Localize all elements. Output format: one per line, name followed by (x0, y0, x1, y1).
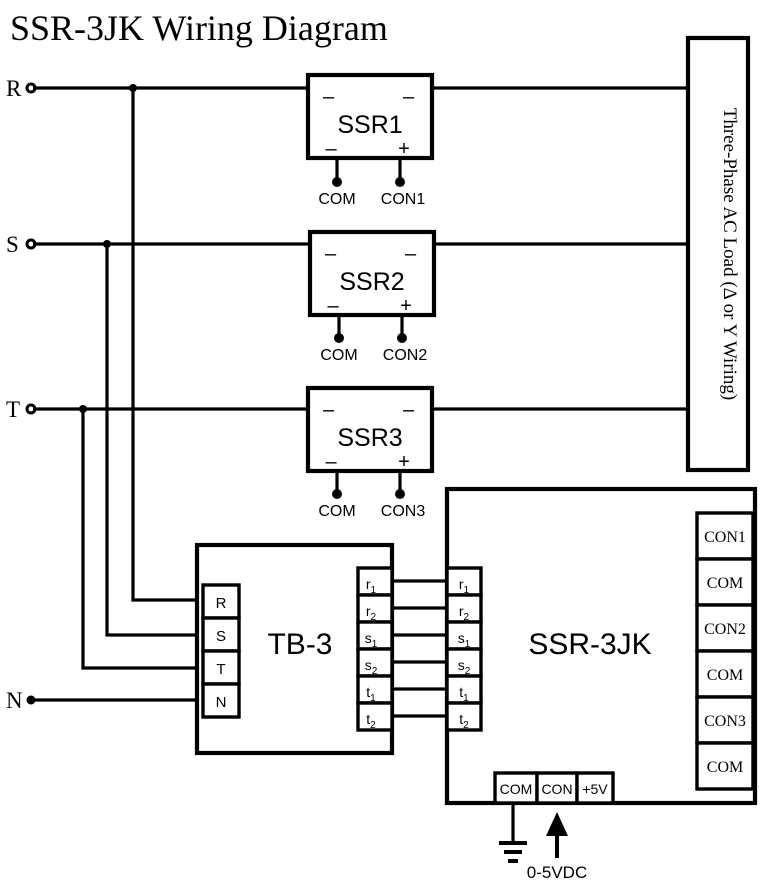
ssr3jk-out-label-com2: COM (707, 667, 743, 684)
ssr3-sign-top-left: – (323, 399, 335, 421)
phase-label-S: S (6, 232, 19, 257)
phase-input-S: S (6, 232, 37, 257)
ssr3jk-bottom-label-con: CON (541, 781, 572, 797)
phase-label-R: R (6, 76, 22, 101)
tb3-terminal-label-S: S (216, 628, 226, 645)
ssr1-sign-bottom-right: + (398, 138, 410, 160)
ssr1-sign-top-left: – (323, 86, 335, 108)
ssr1-terminal-label-com: COM (318, 191, 355, 208)
tb3-box[interactable]: TB-3 R S T N r1 r2 s1 s2 t1 t2 (194, 542, 395, 756)
signal-arrow-head (546, 812, 568, 836)
ssr2-con-terminal-dot[interactable] (397, 333, 407, 343)
junction-dot-T (79, 405, 87, 413)
ground-connection (499, 803, 527, 863)
phase-input-R: R (6, 76, 37, 101)
wire-R-branch-to-tb3 (131, 88, 197, 602)
ssr2-terminal-label-com: COM (320, 347, 357, 364)
ssr2-sign-bottom-right: + (400, 295, 412, 317)
ssr3jk-left-terminal-strip: r1 r2 s1 s2 t1 t2 (445, 566, 483, 732)
junction-dot-S (103, 240, 111, 248)
junction-dot-R (129, 84, 137, 92)
tb3-terminal-label-R: R (216, 595, 227, 612)
phase-label-N: N (6, 688, 23, 713)
ssr3jk-right-terminal-strip: CON1 COM CON2 COM CON3 COM (695, 511, 755, 791)
ssr1-com-terminal-dot[interactable] (332, 177, 342, 187)
ssr2-label: SSR2 (339, 268, 404, 296)
ssr1-terminal-label-con: CON1 (381, 191, 426, 208)
ssr2-module[interactable]: – – SSR2 – + COM CON2 (307, 229, 437, 364)
ssr1-sign-bottom-left: – (325, 138, 337, 160)
ssr2-com-terminal-dot[interactable] (334, 333, 344, 343)
tb3-terminal-label-N: N (216, 694, 227, 711)
page-title: SSR-3JK Wiring Diagram (10, 8, 388, 48)
phase-label-T: T (6, 397, 20, 422)
tb3-left-terminal-strip: R S T N (201, 583, 241, 719)
ssr1-con-terminal-dot[interactable] (395, 177, 405, 187)
ssr1-module[interactable]: – – SSR1 – + COM CON1 (305, 72, 435, 208)
ssr2-terminal-label-con: CON2 (383, 347, 428, 364)
ssr1-label: SSR1 (337, 111, 402, 139)
ssr2-sign-top-left: – (325, 243, 337, 265)
load-label: Three-Phase AC Load (Δ or Y Wiring) (719, 108, 740, 401)
ssr3-module[interactable]: – – SSR3 – + COM CON3 (305, 385, 435, 520)
tb3-to-ssr3jk-wires (392, 579, 447, 718)
tb3-right-terminal-strip: r1 r2 s1 s2 t1 t2 (356, 566, 394, 732)
diagram-svg: SSR-3JK Wiring Diagram R S T N – – SSR1 … (6, 8, 758, 882)
ssr3-sign-bottom-left: – (325, 451, 337, 473)
ssr3jk-bottom-label-5v: +5V (582, 781, 608, 797)
phase-input-N: N (6, 688, 36, 713)
tb3-label: TB-3 (267, 628, 332, 661)
wiring-diagram-canvas: SSR-3JK Wiring Diagram R S T N – – SSR1 … (0, 0, 760, 887)
ssr3-com-terminal-dot[interactable] (332, 489, 342, 499)
ssr3jk-out-label-con3: CON3 (704, 713, 746, 730)
ssr3jk-out-label-con2: CON2 (704, 621, 746, 638)
signal-voltage-label: 0-5VDC (527, 863, 587, 882)
ssr3-sign-bottom-right: + (398, 451, 410, 473)
ssr3jk-bottom-label-com: COM (500, 781, 533, 797)
wire-T-branch-to-tb3 (81, 409, 197, 670)
wire-S-branch-to-tb3 (105, 244, 197, 637)
ssr3jk-box[interactable]: SSR-3JK r1 r2 s1 s2 t1 t2 CON1 COM CON2 … (444, 486, 758, 806)
ssr2-sign-top-right: – (405, 243, 417, 265)
three-phase-load-box[interactable]: Three-Phase AC Load (Δ or Y Wiring) (685, 35, 751, 473)
ssr3jk-bottom-terminal-strip: COM CON +5V (493, 771, 615, 805)
ssr3jk-out-label-com3: COM (707, 759, 743, 776)
ssr2-sign-bottom-left: – (327, 295, 339, 317)
ssr3jk-label: SSR-3JK (528, 628, 651, 661)
signal-input-arrow: 0-5VDC (527, 812, 587, 882)
ssr3-terminal-label-con: CON3 (381, 503, 426, 520)
ssr3-label: SSR3 (337, 424, 402, 452)
phase-input-T: T (6, 397, 37, 422)
tb3-terminal-label-T: T (216, 661, 225, 678)
ssr3jk-out-label-con1: CON1 (704, 529, 746, 546)
ssr3-con-terminal-dot[interactable] (395, 489, 405, 499)
ssr1-sign-top-right: – (403, 86, 415, 108)
ssr3jk-out-label-com1: COM (707, 575, 743, 592)
ssr3-terminal-label-com: COM (318, 503, 355, 520)
ssr3-sign-top-right: – (403, 399, 415, 421)
